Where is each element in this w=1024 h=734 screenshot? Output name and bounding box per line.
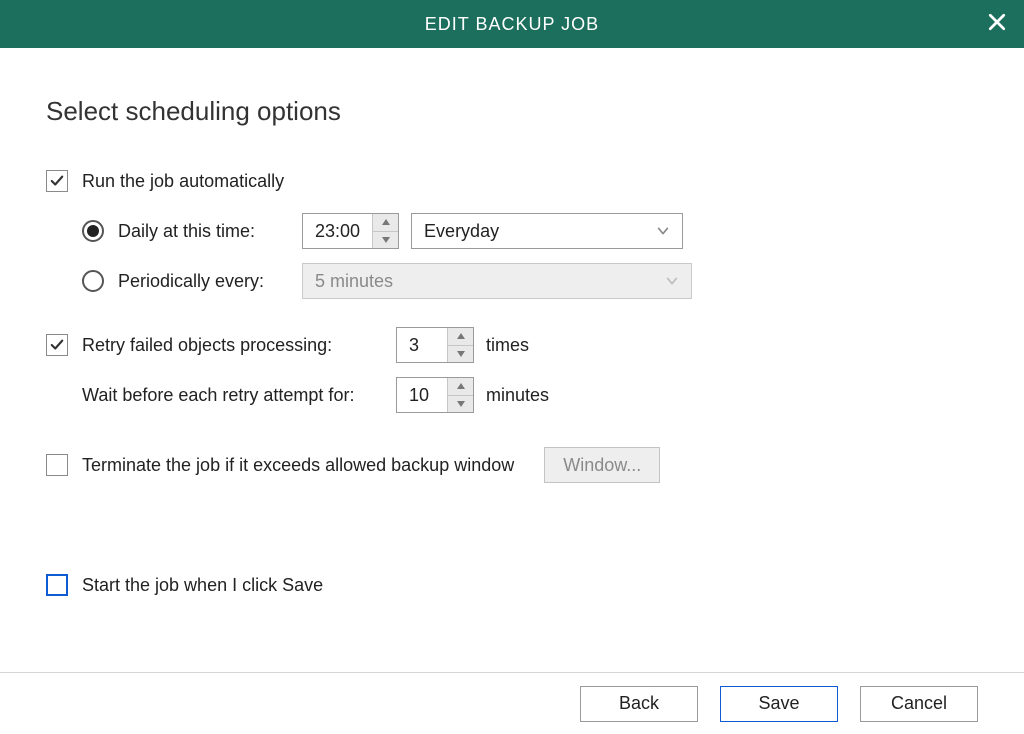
checkbox-run-automatically[interactable] [46, 170, 68, 192]
dropdown-interval-value: 5 minutes [315, 271, 393, 292]
back-button[interactable]: Back [580, 686, 698, 722]
wait-suffix: minutes [486, 385, 549, 406]
window-title: EDIT BACKUP JOB [425, 14, 599, 35]
label-wait: Wait before each retry attempt for: [82, 385, 382, 406]
window-button: Window... [544, 447, 660, 483]
time-spin-down-icon[interactable] [373, 231, 398, 249]
cancel-button[interactable]: Cancel [860, 686, 978, 722]
wait-minutes-spinner [447, 378, 473, 412]
label-daily: Daily at this time: [118, 221, 288, 242]
dropdown-interval: 5 minutes [302, 263, 692, 299]
retry-count-input[interactable]: 3 [396, 327, 474, 363]
dropdown-recurrence-value: Everyday [424, 221, 499, 242]
save-button[interactable]: Save [720, 686, 838, 722]
checkbox-start-now[interactable] [46, 574, 68, 596]
cancel-button-label: Cancel [891, 693, 947, 714]
label-terminate: Terminate the job if it exceeds allowed … [82, 455, 514, 476]
back-button-label: Back [619, 693, 659, 714]
time-input[interactable]: 23:00 [302, 213, 399, 249]
label-run-automatically: Run the job automatically [82, 171, 284, 192]
checkbox-terminate[interactable] [46, 454, 68, 476]
retry-count-spinner [447, 328, 473, 362]
chevron-down-icon [656, 224, 670, 238]
row-run-automatically: Run the job automatically [46, 163, 978, 199]
titlebar: EDIT BACKUP JOB [0, 0, 1024, 48]
wait-minutes-value: 10 [397, 378, 447, 412]
time-value: 23:00 [303, 214, 372, 248]
save-button-label: Save [758, 693, 799, 714]
label-retry: Retry failed objects processing: [82, 335, 382, 356]
retry-suffix: times [486, 335, 529, 356]
row-daily: Daily at this time: 23:00 Everyday [46, 213, 978, 249]
wait-up-icon[interactable] [448, 378, 473, 395]
wait-minutes-input[interactable]: 10 [396, 377, 474, 413]
window-button-label: Window... [563, 455, 641, 476]
close-icon[interactable] [988, 12, 1006, 36]
row-wait: Wait before each retry attempt for: 10 m… [46, 377, 978, 413]
content-area: Select scheduling options Run the job au… [0, 48, 1024, 603]
row-terminate: Terminate the job if it exceeds allowed … [46, 447, 978, 483]
radio-daily[interactable] [82, 220, 104, 242]
row-start-now: Start the job when I click Save [46, 567, 978, 603]
page-title: Select scheduling options [46, 96, 978, 127]
checkbox-retry[interactable] [46, 334, 68, 356]
retry-count-down-icon[interactable] [448, 345, 473, 363]
retry-count-up-icon[interactable] [448, 328, 473, 345]
radio-periodically[interactable] [82, 270, 104, 292]
row-retry: Retry failed objects processing: 3 times [46, 327, 978, 363]
dropdown-recurrence[interactable]: Everyday [411, 213, 683, 249]
row-periodically: Periodically every: 5 minutes [46, 263, 978, 299]
label-start-now: Start the job when I click Save [82, 575, 323, 596]
wait-down-icon[interactable] [448, 395, 473, 413]
time-spinner [372, 214, 398, 248]
footer: Back Save Cancel [0, 672, 1024, 734]
time-spin-up-icon[interactable] [373, 214, 398, 231]
label-periodically: Periodically every: [118, 271, 288, 292]
chevron-down-icon [665, 274, 679, 288]
retry-count-value: 3 [397, 328, 447, 362]
